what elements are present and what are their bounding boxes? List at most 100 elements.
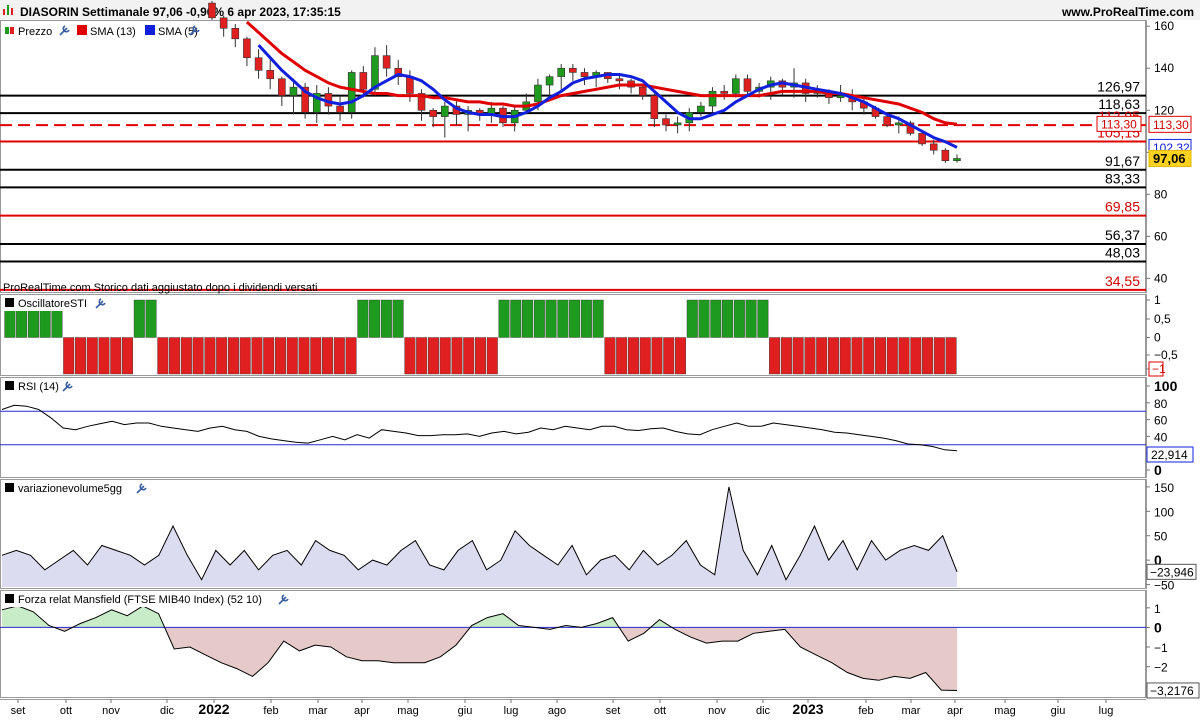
mansfield-y-axis: 10−1−2−3−3,2176 [1146,602,1200,699]
blue-square-icon [145,25,155,35]
osc-bar-negative [416,337,428,375]
mansfield-plot [0,605,1146,691]
rsi-tick-label: 0 [1154,462,1162,478]
osc-bar-positive [133,299,145,338]
price-badge-label: 113,30 [1153,118,1189,132]
black-square-icon [5,381,14,390]
osc-tick-label: 0,5 [1154,312,1171,326]
x-month-label: set [11,705,26,717]
osc-bar-negative [651,337,663,375]
price-legend: Prezzo SMA (13) SMA (5) [1,22,204,38]
price-tick-label: 40 [1154,271,1168,285]
osc-bar-positive [592,299,604,338]
candle-body [254,57,263,71]
osc-bar-positive [698,299,710,338]
candle-body [743,78,752,92]
mansfield-title: Forza relat Mansfield (FTSE MIB40 Index)… [18,594,262,606]
candle-body [883,116,891,126]
x-month-label: set [606,705,621,717]
osc-bar-positive [357,299,369,338]
osc-bar-positive [733,299,745,338]
candle-body [673,122,682,126]
candle-body [347,72,356,113]
rsi-tick-label: 60 [1154,414,1168,428]
candle-body [359,72,368,90]
osc-bar-positive [369,299,381,338]
candle-body [918,133,926,145]
candle-body [650,95,659,119]
support-resistance-levels: 126,97118,63112,95105,1591,6783,3369,855… [0,79,1146,291]
osc-bar-positive [522,299,534,338]
oscillator-y-axis: 1 0,5 0 −0,5−1 [1146,293,1178,377]
sma13-value-label: 113,30 [1101,117,1137,131]
candle-body [441,105,449,117]
osc-bar-negative [827,337,839,375]
rsi-tick-label: 100 [1154,378,1178,394]
price-tick-label: 80 [1154,187,1168,201]
price-tick-label: 120 [1154,103,1174,117]
x-month-label: giu [458,705,473,717]
osc-bar-negative [333,337,345,375]
osc-bar-positive [686,299,698,338]
osc-bar-negative [922,337,934,375]
osc-bar-negative [157,337,169,375]
x-month-label: apr [947,705,963,717]
osc-bar-negative [63,337,75,375]
osc-bar-negative [898,337,910,375]
osc-bar-positive [545,299,557,338]
mansfield-legend: Forza relat Mansfield (FTSE MIB40 Index)… [1,591,293,607]
x-month-label: apr [354,705,370,717]
rsi-plot [0,404,1146,452]
osc-tick-label: 1 [1154,293,1161,307]
level-label: 34,55 [1105,273,1140,289]
mansfield-tick-label: −1 [1154,641,1168,655]
x-month-label: dic [756,705,771,717]
osc-bar-negative [604,337,616,375]
osc-bar-negative [863,337,875,375]
osc-bar-negative [110,337,122,375]
osc-title: OscillatoreSTI [18,298,87,310]
candle-body [894,122,903,126]
black-square-icon [5,594,14,603]
osc-bar-positive [145,299,157,338]
price-candles [208,0,961,163]
candle-body [697,105,705,113]
chart-canvas: DIASORIN Settimanale 97,06 -0,96% 6 apr … [0,0,1200,717]
mansfield-tick-label: −2 [1154,661,1168,675]
osc-bar-positive [722,299,734,338]
candle-body [406,76,414,94]
volume-tick-label: 100 [1154,505,1174,519]
osc-bar-negative [216,337,228,375]
rsi-tick-label: 40 [1154,430,1168,444]
x-month-label: ago [548,705,566,717]
osc-bar-positive [392,299,404,338]
candle-body [929,143,938,151]
x-month-label: nov [708,705,726,717]
candle-body [557,67,566,77]
osc-bar-negative [404,337,416,375]
black-square-icon [5,483,14,492]
candle-body [569,67,577,73]
volume-tick-label: 50 [1154,530,1168,544]
level-label: 69,85 [1105,199,1140,215]
osc-bar-negative [639,337,651,375]
osc-bar-positive [557,299,569,338]
osc-bar-positive [380,299,392,338]
osc-bar-negative [439,337,451,375]
osc-bar-negative [227,337,239,375]
osc-bar-negative [427,337,439,375]
osc-bar-negative [463,337,475,375]
candle-body [545,76,554,86]
price-badge-label: 97,06 [1153,151,1186,166]
osc-bar-negative [486,337,498,375]
site-url[interactable]: www.ProRealTime.com [1061,5,1194,19]
osc-bar-negative [933,337,945,375]
x-month-label: lug [1099,705,1114,717]
candle-body [615,78,624,82]
legend-prezzo: Prezzo [18,26,52,38]
osc-bar-negative [310,337,322,375]
rsi-line [1,404,958,452]
osc-bar-negative [627,337,639,375]
osc-bar-negative [804,337,816,375]
candle-body [638,86,647,96]
